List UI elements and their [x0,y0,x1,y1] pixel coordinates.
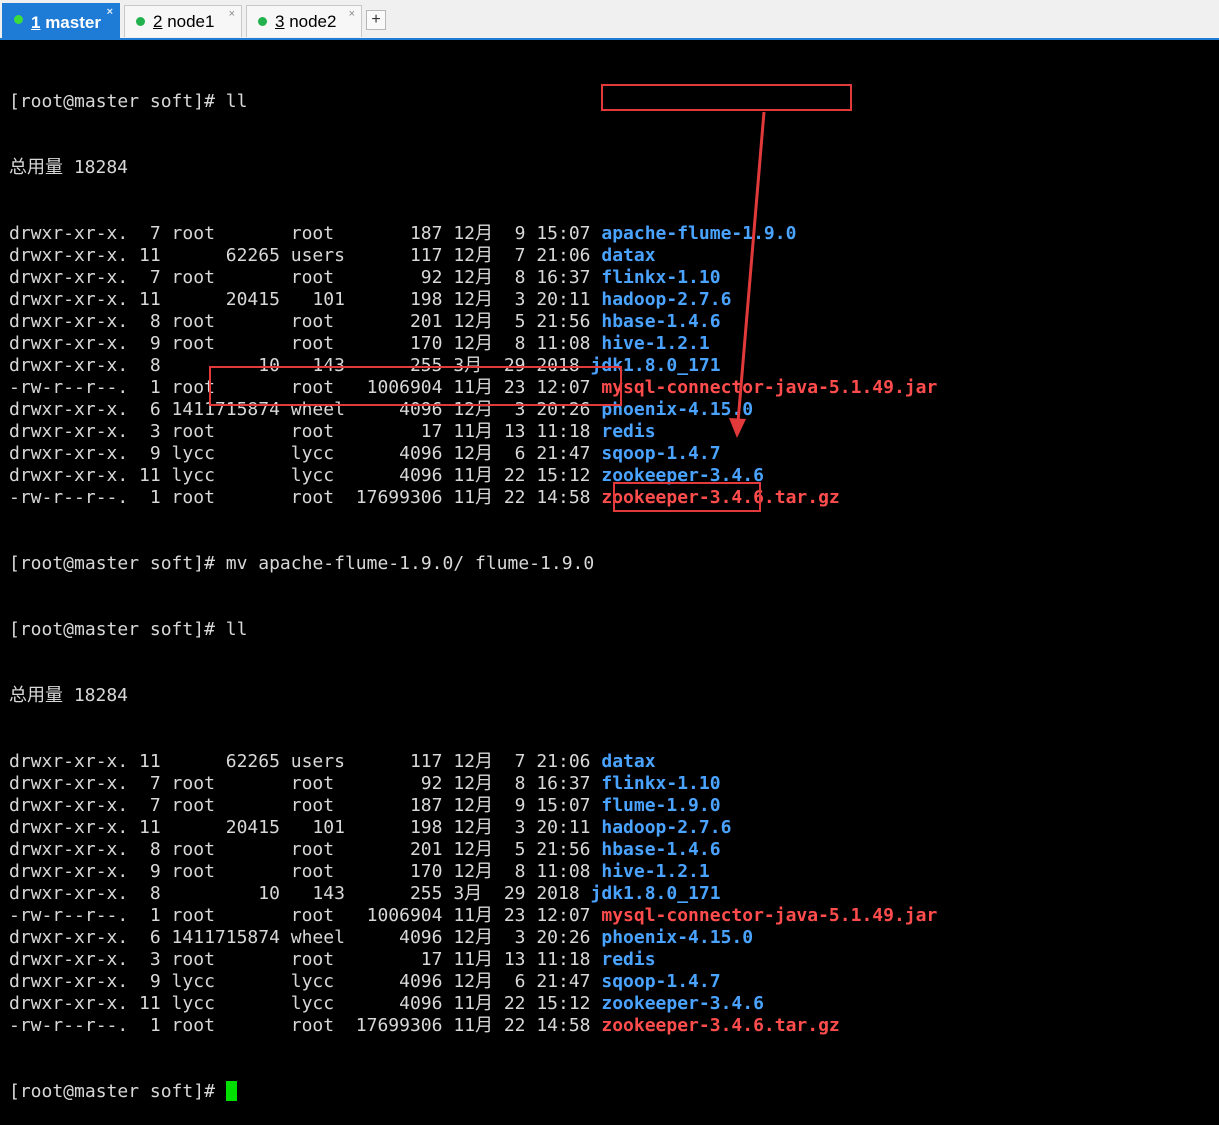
file-attributes: drwxr-xr-x. 11 62265 users 117 12月 7 21:… [9,245,602,266]
tab-node1[interactable]: 2 node1 × [124,5,242,37]
archive-file-name[interactable]: mysql-connector-java-5.1.49.jar [601,377,937,398]
file-attributes: -rw-r--r--. 1 root root 17699306 11月 22 … [9,1015,602,1036]
tab-master[interactable]: 1 master × [2,3,120,38]
directory-name[interactable]: sqoop-1.4.7 [601,443,720,464]
directory-listing: drwxr-xr-x. 11 62265 users 117 12月 7 21:… [9,751,1219,1037]
directory-name[interactable]: hadoop-2.7.6 [601,817,731,838]
listing-row: drwxr-xr-x. 8 root root 201 12月 5 21:56 … [9,311,1219,333]
total-line: 总用量 18284 [9,685,129,706]
directory-name[interactable]: flinkx-1.10 [601,773,720,794]
listing-row: drwxr-xr-x. 8 10 143 255 3月 29 2018 jdk1… [9,883,1219,905]
listing-row: drwxr-xr-x. 8 root root 201 12月 5 21:56 … [9,839,1219,861]
directory-name[interactable]: hbase-1.4.6 [601,839,720,860]
listing-row: drwxr-xr-x. 6 1411715874 wheel 4096 12月 … [9,927,1219,949]
directory-name[interactable]: jdk1.8.0_171 [591,883,721,904]
directory-name[interactable]: sqoop-1.4.7 [601,971,720,992]
file-attributes: -rw-r--r--. 1 root root 1006904 11月 23 1… [9,905,602,926]
file-attributes: drwxr-xr-x. 3 root root 17 11月 13 11:18 [9,949,602,970]
add-tab-button[interactable]: + [366,10,386,30]
file-attributes: -rw-r--r--. 1 root root 17699306 11月 22 … [9,487,602,508]
file-attributes: drwxr-xr-x. 7 root root 92 12月 8 16:37 [9,267,602,288]
file-attributes: drwxr-xr-x. 7 root root 187 12月 9 15:07 [9,795,602,816]
file-attributes: drwxr-xr-x. 9 root root 170 12月 8 11:08 [9,333,602,354]
file-attributes: drwxr-xr-x. 11 lycc lycc 4096 11月 22 15:… [9,465,602,486]
session-tab-bar: 1 master × 2 node1 × 3 node2 × + [0,0,1219,40]
tab-label: 2 node1 [153,12,215,31]
file-attributes: drwxr-xr-x. 8 root root 201 12月 5 21:56 [9,839,602,860]
listing-row: drwxr-xr-x. 7 root root 187 12月 9 15:07 … [9,795,1219,817]
file-attributes: drwxr-xr-x. 9 root root 170 12月 8 11:08 [9,861,602,882]
tab-label: 3 node2 [275,12,337,31]
close-icon[interactable]: × [107,6,113,18]
file-attributes: drwxr-xr-x. 6 1411715874 wheel 4096 12月 … [9,927,602,948]
directory-name[interactable]: hive-1.2.1 [601,861,709,882]
file-attributes: drwxr-xr-x. 8 root root 201 12月 5 21:56 [9,311,602,332]
listing-row: drwxr-xr-x. 11 62265 users 117 12月 7 21:… [9,751,1219,773]
file-attributes: drwxr-xr-x. 8 10 143 255 3月 29 2018 [9,883,591,904]
text-cursor [225,1081,237,1101]
listing-row: -rw-r--r--. 1 root root 17699306 11月 22 … [9,1015,1219,1037]
listing-row: drwxr-xr-x. 11 20415 101 198 12月 3 20:11… [9,817,1219,839]
directory-name[interactable]: datax [601,245,655,266]
directory-name[interactable]: hive-1.2.1 [601,333,709,354]
connected-status-icon [14,15,23,24]
directory-name[interactable]: hbase-1.4.6 [601,311,720,332]
connected-status-icon [258,17,267,26]
directory-name[interactable]: apache-flume-1.9.0 [601,223,796,244]
file-attributes: drwxr-xr-x. 11 20415 101 198 12月 3 20:11 [9,289,602,310]
file-attributes: drwxr-xr-x. 7 root root 187 12月 9 15:07 [9,223,602,244]
listing-row: drwxr-xr-x. 9 root root 170 12月 8 11:08 … [9,861,1219,883]
listing-row: drwxr-xr-x. 3 root root 17 11月 13 11:18 … [9,949,1219,971]
listing-row: drwxr-xr-x. 11 62265 users 117 12月 7 21:… [9,245,1219,267]
directory-name[interactable]: zookeeper-3.4.6 [601,993,764,1014]
listing-row: drwxr-xr-x. 7 root root 92 12月 8 16:37 f… [9,267,1219,289]
file-attributes: drwxr-xr-x. 11 20415 101 198 12月 3 20:11 [9,817,602,838]
directory-name[interactable]: phoenix-4.15.0 [601,927,753,948]
highlight-box-apache-flume [601,84,852,111]
file-attributes: drwxr-xr-x. 3 root root 17 11月 13 11:18 [9,421,602,442]
directory-name[interactable]: datax [601,751,655,772]
file-attributes: drwxr-xr-x. 11 62265 users 117 12月 7 21:… [9,751,602,772]
file-attributes: drwxr-xr-x. 9 lycc lycc 4096 12月 6 21:47 [9,971,602,992]
file-attributes: drwxr-xr-x. 7 root root 92 12月 8 16:37 [9,773,602,794]
listing-row: drwxr-xr-x. 7 root root 187 12月 9 15:07 … [9,223,1219,245]
highlight-box-flume [613,482,761,512]
listing-row: drwxr-xr-x. 11 20415 101 198 12月 3 20:11… [9,289,1219,311]
archive-file-name[interactable]: mysql-connector-java-5.1.49.jar [601,905,937,926]
listing-row: -rw-r--r--. 1 root root 1006904 11月 23 1… [9,905,1219,927]
listing-row: drwxr-xr-x. 11 lycc lycc 4096 11月 22 15:… [9,993,1219,1015]
directory-name[interactable]: redis [601,421,655,442]
close-icon[interactable]: × [349,8,355,20]
close-icon[interactable]: × [229,8,235,20]
listing-row: drwxr-xr-x. 9 lycc lycc 4096 12月 6 21:47… [9,971,1219,993]
directory-name[interactable]: hadoop-2.7.6 [601,289,731,310]
listing-row: drwxr-xr-x. 9 root root 170 12月 8 11:08 … [9,333,1219,355]
listing-row: drwxr-xr-x. 9 lycc lycc 4096 12月 6 21:47… [9,443,1219,465]
connected-status-icon [136,17,145,26]
file-attributes: drwxr-xr-x. 9 lycc lycc 4096 12月 6 21:47 [9,443,602,464]
directory-name[interactable]: redis [601,949,655,970]
file-attributes: drwxr-xr-x. 11 lycc lycc 4096 11月 22 15:… [9,993,602,1014]
directory-name[interactable]: phoenix-4.15.0 [601,399,753,420]
directory-name[interactable]: flume-1.9.0 [601,795,720,816]
prompt-line[interactable]: [root@master soft]# [9,1081,1219,1103]
directory-name[interactable]: flinkx-1.10 [601,267,720,288]
archive-file-name[interactable]: zookeeper-3.4.6.tar.gz [601,1015,839,1036]
prompt-line: [root@master soft]# mv apache-flume-1.9.… [9,553,595,574]
mv-command: mv apache-flume-1.9.0/ flume-1.9.0 [225,553,595,574]
total-line: 总用量 18284 [9,157,129,178]
highlight-box-mv-command [209,366,622,406]
prompt-line: [root@master soft]# ll [9,619,248,640]
tab-label: 1 master [31,13,101,32]
listing-row: drwxr-xr-x. 7 root root 92 12月 8 16:37 f… [9,773,1219,795]
terminal-output[interactable]: [root@master soft]# ll 总用量 18284 drwxr-x… [0,42,1219,1102]
tab-node2[interactable]: 3 node2 × [246,5,362,37]
listing-row: drwxr-xr-x. 3 root root 17 11月 13 11:18 … [9,421,1219,443]
